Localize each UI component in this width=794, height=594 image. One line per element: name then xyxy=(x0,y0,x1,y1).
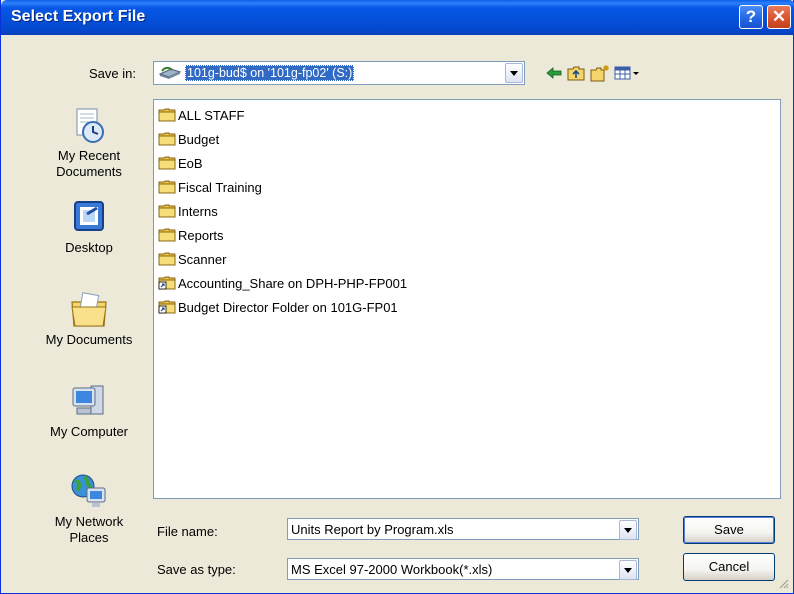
desktop-icon xyxy=(69,198,109,238)
save-in-dropdown-arrow[interactable] xyxy=(505,63,523,83)
save-as-type-dropdown-arrow[interactable] xyxy=(619,560,637,580)
file-name-label: File name: xyxy=(157,524,218,539)
recent-documents-icon xyxy=(69,106,109,146)
folder-icon xyxy=(158,252,176,266)
place-label: My Recent Documents xyxy=(56,148,122,179)
file-name-input[interactable]: Units Report by Program.xls xyxy=(287,518,639,540)
file-name: Scanner xyxy=(178,251,227,267)
place-my-computer[interactable]: My Computer xyxy=(41,382,137,440)
file-name-dropdown-arrow[interactable] xyxy=(619,520,637,540)
resize-grip-icon[interactable] xyxy=(777,577,789,589)
close-button[interactable]: ✕ xyxy=(767,5,791,29)
up-folder-icon[interactable] xyxy=(565,63,587,83)
network-drive-icon xyxy=(157,65,183,81)
list-item[interactable]: Fiscal Training xyxy=(158,177,262,197)
new-folder-icon[interactable] xyxy=(589,63,611,83)
folder-icon xyxy=(158,204,176,218)
place-label: My Computer xyxy=(49,424,129,439)
folder-icon xyxy=(158,228,176,242)
file-name: Fiscal Training xyxy=(178,179,262,195)
title-bar[interactable]: Select Export File ? ✕ xyxy=(1,0,794,35)
file-name: Budget xyxy=(178,131,220,147)
folder-icon xyxy=(158,180,176,194)
my-documents-icon xyxy=(69,290,109,330)
my-computer-icon xyxy=(69,382,109,422)
export-dialog: Select Export File ? ✕ Save in: 101g-bud… xyxy=(0,0,794,594)
save-as-type-label: Save as type: xyxy=(157,562,236,577)
file-name: EoB xyxy=(178,155,203,171)
place-recent-documents[interactable]: My Recent Documents xyxy=(41,106,137,180)
list-item[interactable]: ALL STAFF xyxy=(158,105,244,125)
network-places-icon xyxy=(69,472,109,512)
list-item[interactable]: Budget Director Folder on 101G-FP01 xyxy=(158,297,398,317)
shortcut-folder-icon xyxy=(158,300,176,314)
folder-icon xyxy=(158,108,176,122)
shortcut-folder-icon xyxy=(158,276,176,290)
place-label: Desktop xyxy=(65,240,113,255)
save-as-type-select[interactable]: MS Excel 97-2000 Workbook(*.xls) xyxy=(287,558,639,580)
view-menu-icon[interactable] xyxy=(613,63,641,83)
save-in-dropdown[interactable]: 101g-bud$ on '101g-fp02' (S:) xyxy=(153,61,525,85)
save-in-value: 101g-bud$ on '101g-fp02' (S:) xyxy=(185,65,355,81)
save-button[interactable]: Save xyxy=(683,516,775,544)
file-name-value: Units Report by Program.xls xyxy=(291,522,454,537)
save-as-type-value: MS Excel 97-2000 Workbook(*.xls) xyxy=(291,562,493,577)
list-item[interactable]: Interns xyxy=(158,201,218,221)
save-in-label: Save in: xyxy=(89,66,136,81)
file-name: Accounting_Share on DPH-PHP-FP001 xyxy=(178,275,408,291)
help-button[interactable]: ? xyxy=(739,5,763,29)
window-title: Select Export File xyxy=(11,8,146,25)
list-item[interactable]: Accounting_Share on DPH-PHP-FP001 xyxy=(158,273,407,293)
place-label: My Documents xyxy=(45,332,133,347)
folder-icon xyxy=(158,156,176,170)
list-item[interactable]: Reports xyxy=(158,225,224,245)
file-list[interactable]: ALL STAFF Budget EoB Fiscal Training Int… xyxy=(153,99,781,499)
file-name: Interns xyxy=(178,203,218,219)
file-name: ALL STAFF xyxy=(178,107,245,123)
list-item[interactable]: Scanner xyxy=(158,249,226,269)
place-label: My Network Places xyxy=(54,514,124,545)
folder-icon xyxy=(158,132,176,146)
cancel-button[interactable]: Cancel xyxy=(683,553,775,581)
place-my-documents[interactable]: My Documents xyxy=(41,290,137,348)
list-item[interactable]: Budget xyxy=(158,129,219,149)
file-name: Reports xyxy=(178,227,224,243)
place-desktop[interactable]: Desktop xyxy=(41,198,137,256)
back-icon[interactable] xyxy=(543,63,565,83)
file-name: Budget Director Folder on 101G-FP01 xyxy=(178,299,398,315)
place-network-places[interactable]: My Network Places xyxy=(41,472,137,546)
list-item[interactable]: EoB xyxy=(158,153,203,173)
